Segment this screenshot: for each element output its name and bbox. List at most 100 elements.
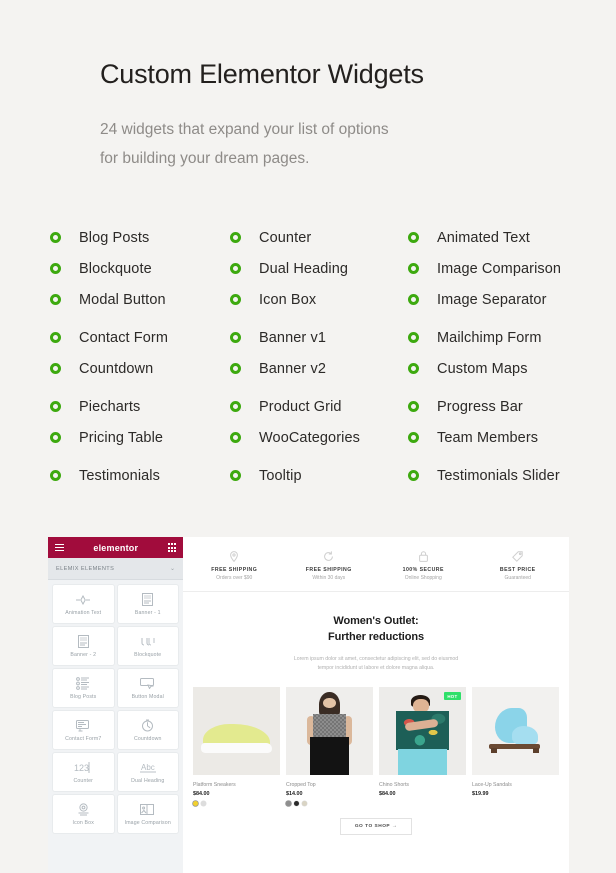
widget-label: Pricing Table <box>79 429 164 446</box>
widget-item: Icon Box <box>230 284 408 315</box>
widget-tile-banner-1[interactable]: Banner - 1 <box>117 585 178 623</box>
widget-tile-blog-posts[interactable]: Blog Posts <box>53 669 114 707</box>
widget-tile-contact-form7[interactable]: Contact Form7 <box>53 711 114 749</box>
widget-label: Progress Bar <box>437 398 523 415</box>
widget-tile-blockquote[interactable]: Blockquote <box>117 627 178 665</box>
product-card[interactable]: Lace-Up Sandals $19.99 <box>472 687 559 806</box>
feature-subtitle: Guaranteed <box>504 575 531 581</box>
bullet-icon <box>50 470 61 481</box>
widget-column-1: Blog Posts Blockquote Modal Button Conta… <box>50 222 230 491</box>
widget-label: Counter <box>259 229 312 246</box>
bullet-icon <box>50 294 61 305</box>
tag-icon <box>471 549 566 564</box>
widget-tile-label: Blockquote <box>134 651 162 658</box>
page-title: Custom Elementor Widgets <box>100 59 424 89</box>
widget-tile-label: Icon Box <box>72 819 94 826</box>
bullet-icon <box>230 401 241 412</box>
blog-posts-icon <box>76 677 90 691</box>
button-modal-icon <box>140 677 155 691</box>
widget-label: Mailchimp Form <box>437 329 542 346</box>
feature-subtitle: Orders over $90 <box>216 575 253 581</box>
panel-header: elementor <box>48 537 183 558</box>
product-card[interactable]: Platform Sneakers $84.00 <box>193 687 280 807</box>
bullet-icon <box>408 232 419 243</box>
hamburger-icon[interactable] <box>55 543 64 552</box>
quote-icon <box>141 635 155 649</box>
counter-icon: 123 <box>74 761 92 775</box>
widget-tile-button-modal[interactable]: Button Modal <box>117 669 178 707</box>
chevron-down-icon[interactable]: ⌄ <box>170 565 175 572</box>
widget-tile-label: Button Modal <box>131 693 164 700</box>
preview-paragraph: Lorem ipsum dolor sit amet, consectetur … <box>223 655 529 673</box>
widget-item: Piecharts <box>50 391 230 422</box>
product-card[interactable]: Cropped Top $14.00 <box>286 687 373 807</box>
widget-column-3: Animated Text Image Comparison Image Sep… <box>408 222 590 491</box>
bullet-icon <box>230 332 241 343</box>
swatch[interactable] <box>294 801 299 807</box>
widget-label: Piecharts <box>79 398 141 415</box>
widget-item: Product Grid <box>230 391 408 422</box>
product-card[interactable]: HOT Chino Shorts $84.00 <box>379 687 466 806</box>
widget-item: Tooltip <box>230 460 408 491</box>
feature-title: 100% SECURE <box>402 567 444 573</box>
widget-tile-image-comparison[interactable]: Image Comparison <box>117 795 178 833</box>
bullet-icon <box>408 470 419 481</box>
refresh-icon <box>282 549 377 564</box>
widget-item: Progress Bar <box>408 391 590 422</box>
dual-heading-icon: Abc <box>139 761 157 775</box>
panel-section-label: ELEMIX ELEMENTS <box>56 565 115 572</box>
page-preview: FREE SHIPPING Orders over $90 FREE SHIPP… <box>183 537 569 873</box>
bullet-icon <box>408 432 419 443</box>
bullet-icon <box>408 294 419 305</box>
page-subtitle: 24 widgets that expand your list of opti… <box>100 116 616 173</box>
product-swatches[interactable] <box>286 801 373 807</box>
panel-section-header[interactable]: ELEMIX ELEMENTS ⌄ <box>48 558 183 580</box>
widget-tile-banner-2[interactable]: Banner - 2 <box>53 627 114 665</box>
go-to-shop-button[interactable]: GO TO SHOP → <box>339 818 413 836</box>
banner-two-icon <box>77 635 89 649</box>
svg-text:123: 123 <box>74 763 89 773</box>
pin-icon <box>187 549 282 564</box>
product-name: Lace-Up Sandals <box>472 782 512 789</box>
widget-item: Pricing Table <box>50 422 230 453</box>
bullet-icon <box>408 332 419 343</box>
product-price: $19.99 <box>472 791 489 798</box>
swatch[interactable] <box>286 801 291 807</box>
widget-item: Team Members <box>408 422 590 453</box>
widget-item: Countdown <box>50 353 230 384</box>
widget-label: Testimonials Slider <box>437 467 560 484</box>
feature-title: FREE SHIPPING <box>211 567 258 573</box>
product-image <box>472 687 559 776</box>
widget-label: Product Grid <box>259 398 342 415</box>
widget-item: Banner v2 <box>230 353 408 384</box>
widget-tile-label: Banner - 1 <box>134 609 161 616</box>
product-badge: HOT <box>443 692 461 701</box>
widget-tile-label: Countdown <box>133 735 162 742</box>
bullet-icon <box>50 332 61 343</box>
grid-icon[interactable] <box>167 543 176 552</box>
product-swatches[interactable] <box>193 801 280 807</box>
widget-tile-label: Contact Form7 <box>65 735 102 742</box>
widget-tile-countdown[interactable]: Countdown <box>117 711 178 749</box>
swatch[interactable] <box>302 801 307 807</box>
widget-label: Contact Form <box>79 329 169 346</box>
widget-item: Banner v1 <box>230 322 408 353</box>
bullet-icon <box>230 232 241 243</box>
product-image <box>286 687 373 776</box>
widget-label: Blockquote <box>79 260 152 277</box>
subtitle-line-2: for building your dream pages. <box>100 150 310 168</box>
widget-tile-label: Counter <box>73 777 93 784</box>
widget-tile-label: Banner - 2 <box>70 651 97 658</box>
bullet-icon <box>50 432 61 443</box>
swatch[interactable] <box>201 801 206 807</box>
preview-hero: Women's Outlet: Further reductions Lorem… <box>183 592 569 673</box>
widget-tile-animation-text[interactable]: Animation Text <box>53 585 114 623</box>
swatch[interactable] <box>193 801 198 807</box>
widget-label: WooCategories <box>259 429 360 446</box>
widget-item: Contact Form <box>50 322 230 353</box>
widget-tile-dual-heading[interactable]: Abc Dual Heading <box>117 753 178 791</box>
feature-subtitle: Within 30 days <box>312 575 346 581</box>
feature-subtitle: Online Shopping <box>404 575 442 581</box>
widget-tile-icon-box[interactable]: Icon Box <box>53 795 114 833</box>
widget-tile-counter[interactable]: 123 Counter <box>53 753 114 791</box>
